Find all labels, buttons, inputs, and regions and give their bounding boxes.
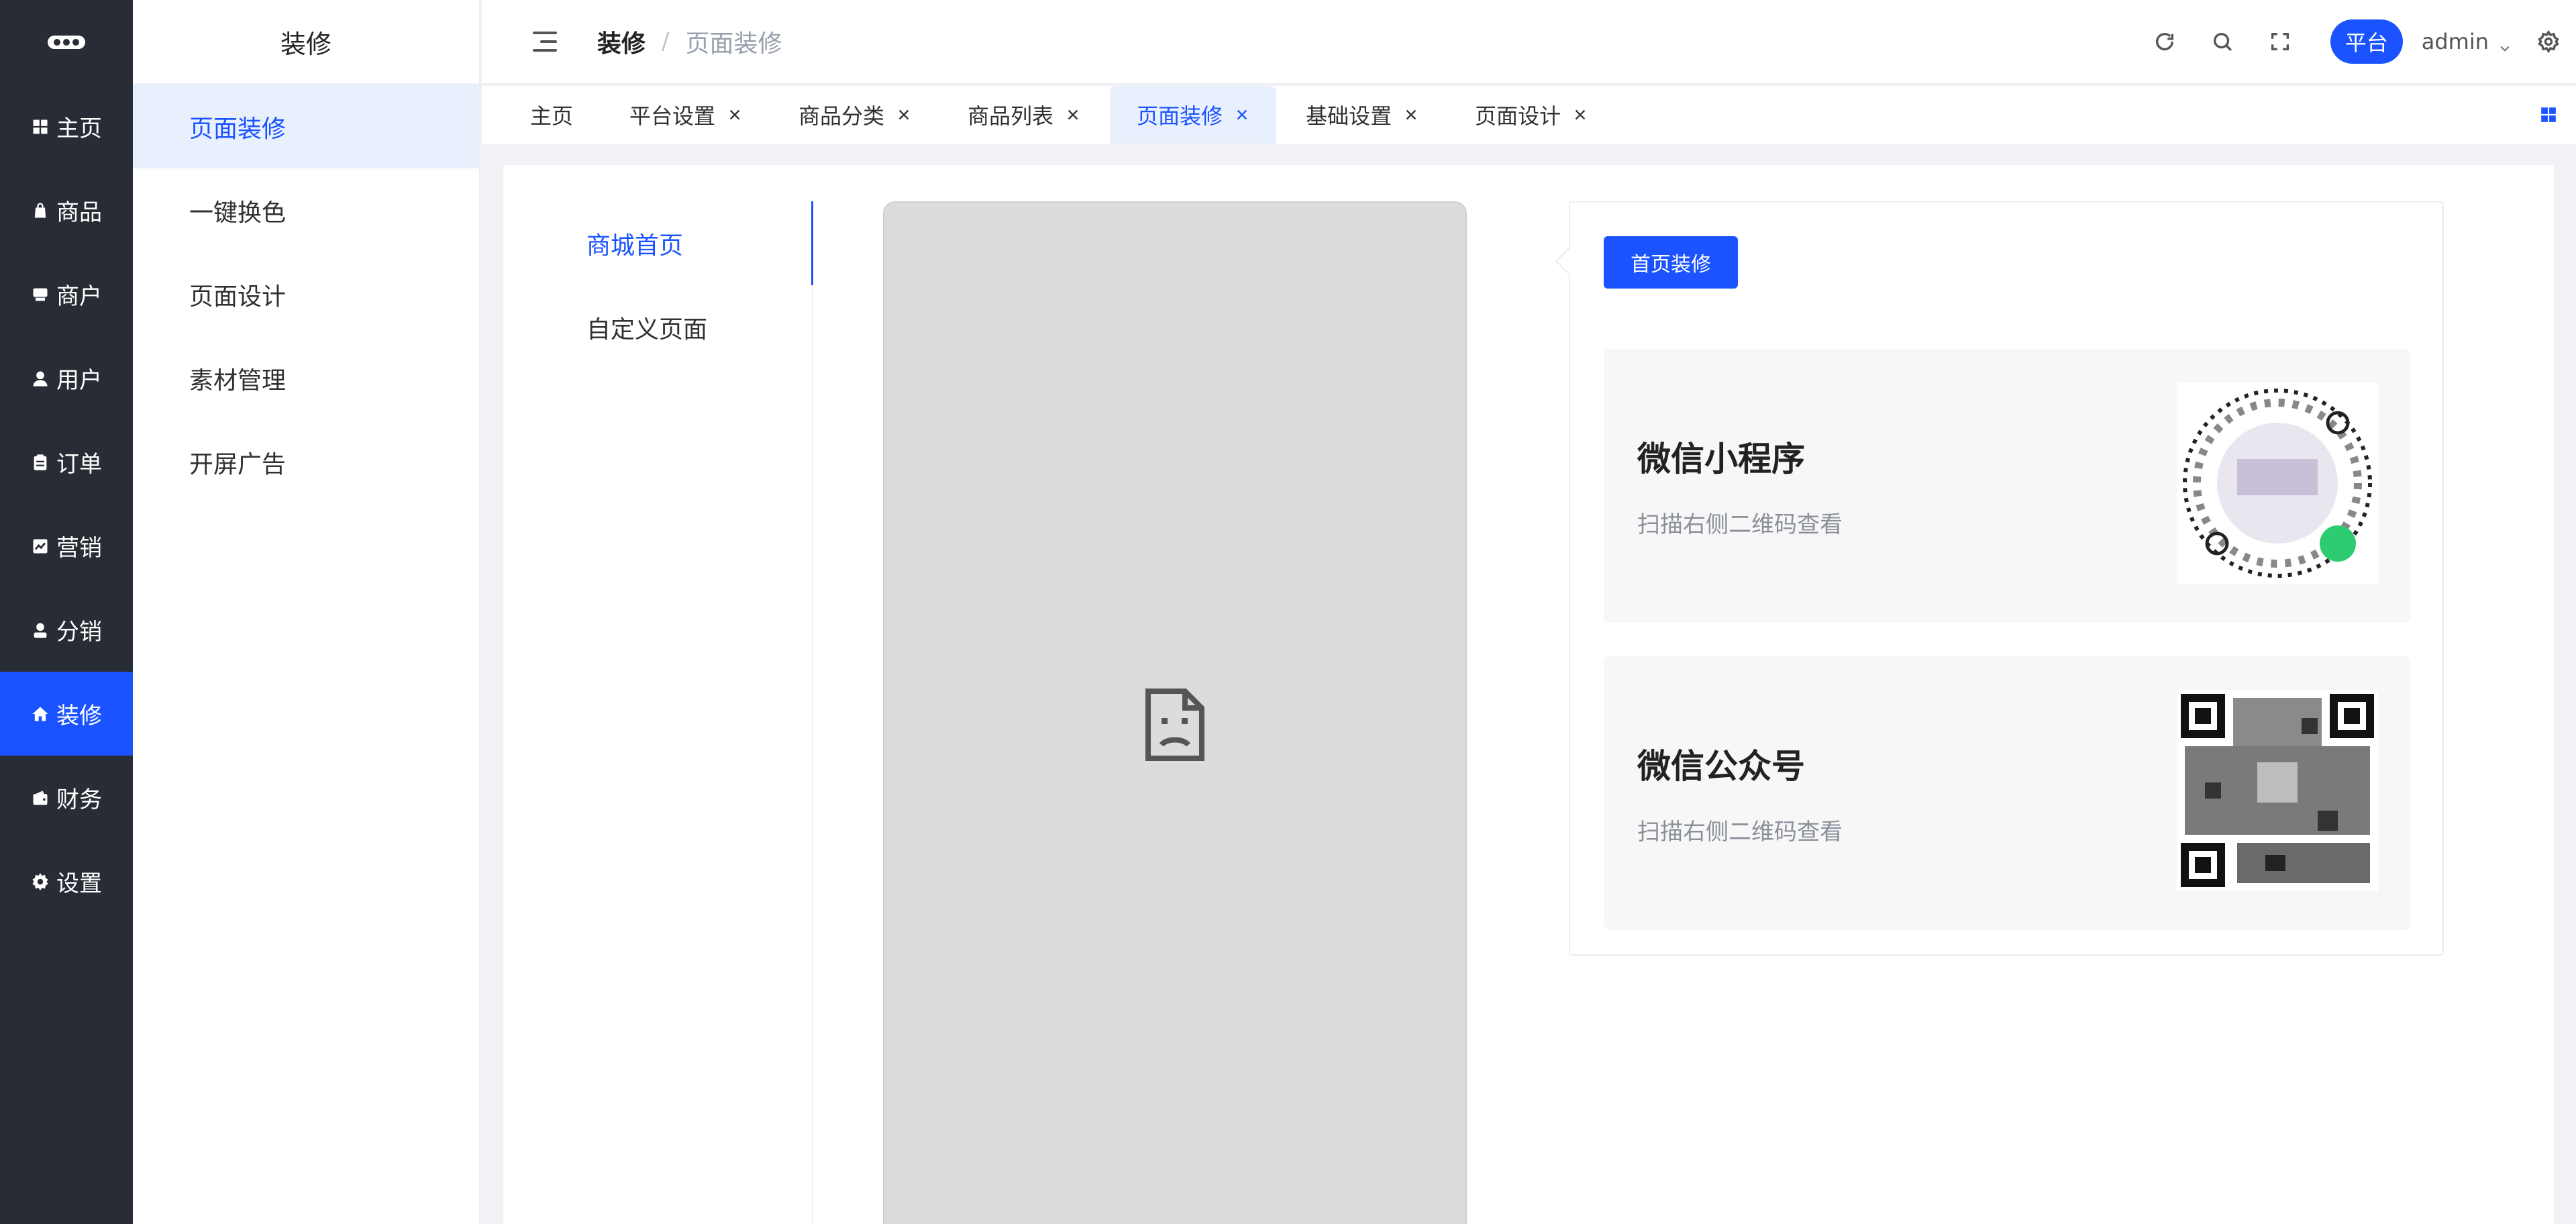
tab-label: 主页 [530,103,574,129]
secondary-menu: 装修 页面装修 一键换色 页面设计 素材管理 开屏广告 [133,0,480,1224]
submenu-item-material-management[interactable]: 素材管理 [133,336,479,420]
settings-gear-icon[interactable] [2537,30,2560,53]
sidebar-item-label: 装修 [56,703,102,729]
close-icon[interactable] [727,107,742,122]
sidebar-item-home[interactable]: 主页 [0,85,133,168]
sidebar-item-label: 商品 [56,199,102,226]
fullscreen-icon[interactable] [2269,30,2291,53]
tabs-grid-icon[interactable] [2540,86,2557,144]
close-icon[interactable] [1404,107,1419,122]
close-icon[interactable] [1235,107,1249,122]
sidebar-item-label: 用户 [56,367,102,394]
sidebar-item-marketing[interactable]: 营销 [0,504,133,588]
bag-icon [31,201,50,220]
submenu-item-page-decoration[interactable]: 页面装修 [133,85,479,168]
qr-card-title: 微信公众号 [1637,747,1805,786]
tab-page-design[interactable]: 页面设计 [1448,86,1614,144]
tab-goods-list[interactable]: 商品列表 [941,86,1107,144]
qr-card-desc: 扫描右侧二维码查看 [1637,819,1843,846]
submenu-item-splash-ad[interactable]: 开屏广告 [133,420,479,504]
sidebar-item-settings[interactable]: 设置 [0,839,133,923]
page-type-nav: 商城首页 自定义页面 [503,201,813,1224]
user-icon [31,369,50,388]
main-content-card: 商城首页 自定义页面 首页装修 微信小程序 扫描右侧二维码查看 微信公众号 扫描… [503,165,2554,1224]
clipboard-icon [31,453,50,472]
user-name-label: admin [2421,29,2489,54]
refresh-icon[interactable] [2153,30,2176,53]
platform-badge-button[interactable]: 平台 [2330,19,2403,64]
tab-label: 商品列表 [968,103,1054,129]
person-icon [31,621,50,640]
mini-program-card: 微信小程序 扫描右侧二维码查看 [1604,349,2410,623]
sidebar-item-users[interactable]: 用户 [0,336,133,420]
page-nav-mall-home[interactable]: 商城首页 [503,201,813,285]
tab-home[interactable]: 主页 [503,86,600,144]
tab-platform-settings[interactable]: 平台设置 [603,86,769,144]
mini-program-code-image [2177,382,2378,584]
tab-basic-settings[interactable]: 基础设置 [1279,86,1445,144]
sidebar-item-decoration[interactable]: 装修 [0,672,133,756]
sidebar-item-merchant[interactable]: 商户 [0,252,133,336]
tab-label: 平台设置 [629,103,716,129]
tab-page-decoration[interactable]: 页面装修 [1110,86,1277,144]
wallet-icon [31,788,50,807]
breadcrumb-main[interactable]: 装修 [597,24,646,59]
submenu-title: 装修 [133,0,479,85]
sidebar-item-label: 营销 [56,535,102,562]
main-sidebar: 主页 商品 商户 用户 订单 营销 分销 装修 财务 设置 [0,0,133,1224]
page-tabs-bar: 主页 平台设置 商品分类 商品列表 页面装修 基础设置 页面设计 [482,86,2576,144]
official-account-card: 微信公众号 扫描右侧二维码查看 [1604,656,2410,930]
home-decoration-button[interactable]: 首页装修 [1604,236,1738,289]
tab-label: 基础设置 [1306,103,1392,129]
submenu-item-one-click-color[interactable]: 一键换色 [133,168,479,252]
gear-icon [31,872,50,891]
breadcrumb-separator: / [662,28,670,55]
qr-card-title: 微信小程序 [1637,440,1805,478]
tab-goods-category[interactable]: 商品分类 [772,86,938,144]
tab-label: 页面设计 [1475,103,1561,129]
top-header: 装修 / 页面装修 平台 admin [482,0,2576,85]
tab-label: 页面装修 [1137,103,1223,129]
logo-mark [48,36,85,49]
close-icon[interactable] [1066,107,1080,122]
preview-qr-panel: 首页装修 微信小程序 扫描右侧二维码查看 微信公众号 扫描右侧二维码查看 [1569,201,2444,956]
chevron-down-icon [2498,35,2512,52]
qr-code-image [2177,690,2378,891]
chart-icon [31,537,50,556]
app-logo[interactable] [0,0,133,85]
user-menu[interactable]: admin [2422,29,2512,54]
breadcrumb-current: 页面装修 [685,30,782,58]
sidebar-item-label: 商户 [56,283,102,310]
sidebar-item-distribution[interactable]: 分销 [0,588,133,672]
close-icon[interactable] [1573,107,1588,122]
search-icon[interactable] [2211,30,2234,53]
sidebar-item-label: 主页 [56,115,102,142]
sidebar-item-goods[interactable]: 商品 [0,168,133,252]
sidebar-item-label: 订单 [56,451,102,478]
submenu-item-page-design[interactable]: 页面设计 [133,252,479,336]
menu-toggle-icon[interactable] [533,32,557,52]
sidebar-item-label: 设置 [56,870,102,897]
tab-label: 商品分类 [798,103,885,129]
sidebar-item-finance[interactable]: 财务 [0,756,133,839]
dashboard-icon [31,117,50,136]
sidebar-item-orders[interactable]: 订单 [0,420,133,504]
home-icon [31,705,50,723]
page-nav-custom-page[interactable]: 自定义页面 [503,285,812,369]
sidebar-item-label: 分销 [56,619,102,646]
sidebar-item-label: 财务 [56,786,102,813]
store-icon [31,285,50,304]
broken-image-icon [1141,688,1208,762]
header-actions: 平台 admin [2118,19,2576,64]
close-icon[interactable] [896,107,911,122]
qr-card-desc: 扫描右侧二维码查看 [1637,511,1843,538]
phone-preview-frame [883,201,1467,1224]
